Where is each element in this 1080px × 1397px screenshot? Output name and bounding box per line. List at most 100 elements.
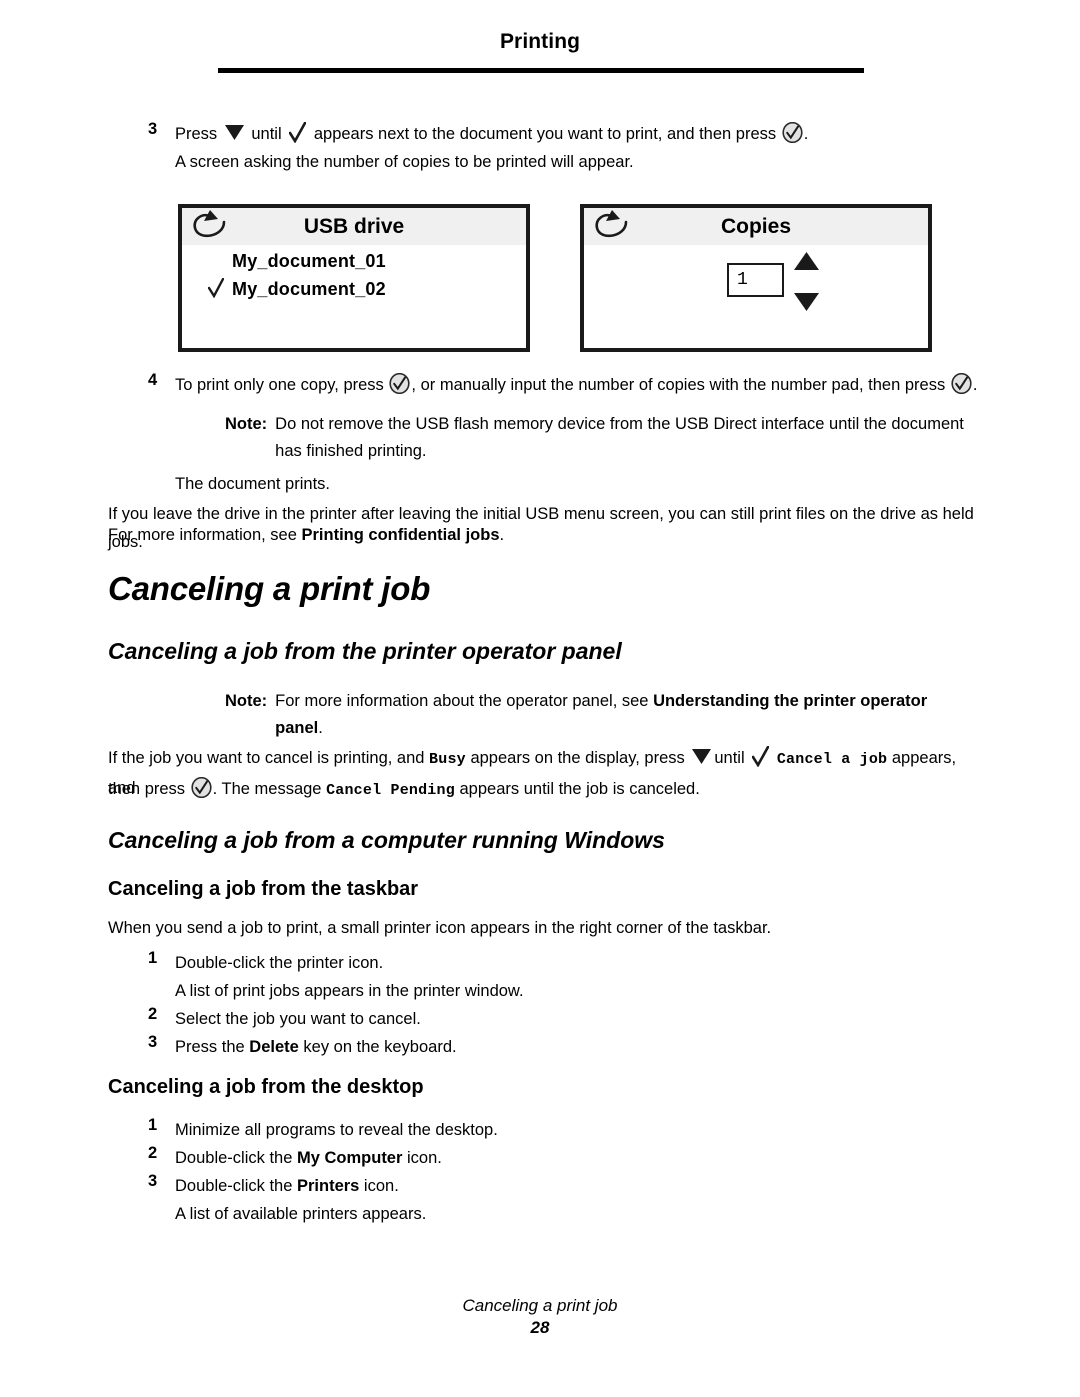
note-text: Do not remove the USB flash memory devic… (275, 415, 964, 460)
document-prints-text: The document prints. (175, 475, 330, 493)
select-button-icon (389, 372, 411, 395)
desktop-step-1-number: 1 (148, 1116, 158, 1134)
desktop-step-2-text: Double-click the My Computer icon. (175, 1144, 442, 1172)
taskbar-step-2-number: 2 (148, 1005, 158, 1023)
display-message-cancel-pending: Cancel Pending (326, 782, 455, 799)
heading-canceling-from-taskbar: Canceling a job from the taskbar (108, 878, 419, 900)
select-button-icon (191, 776, 212, 799)
taskbar-step-1-number: 1 (148, 949, 158, 967)
footer-page-number: 28 (530, 1318, 550, 1337)
note-text-post: . (318, 719, 323, 737)
cancel-text-p3: until (714, 749, 745, 767)
select-button-icon (782, 121, 803, 144)
desktop-step-1-text: Minimize all programs to reveal the desk… (175, 1121, 498, 1139)
usb-drive-panel: USB drive My_document_01 My_document_02 (178, 204, 530, 352)
printers-icon-label: Printers (296, 1177, 360, 1195)
desktop-step-1: 1 Minimize all programs to reveal the de… (148, 1116, 968, 1144)
display-message-busy: Busy (429, 751, 466, 768)
note-operator-panel: Note: For more information about the ope… (225, 688, 965, 742)
checkmark-icon (288, 121, 307, 144)
down-arrow-icon (224, 122, 245, 140)
copies-panel-body: 1 (584, 245, 928, 348)
desktop-step-2-post: icon. (402, 1149, 442, 1167)
step-3-text-2: until (251, 125, 282, 143)
footer-section-title: Canceling a print job (462, 1296, 618, 1315)
note-usb-flash: Note: Do not remove the USB flash memory… (225, 411, 965, 465)
desktop-step-2: 2 Double-click the My Computer icon. (148, 1144, 968, 1172)
held-jobs-text-post: . (499, 526, 505, 544)
cancel-instruction-line-2: then press . The message Cancel Pending … (108, 775, 988, 805)
desktop-step-3-post: icon. (359, 1177, 399, 1195)
key-delete-label: Delete (249, 1038, 299, 1056)
step-4-number: 4 (148, 371, 158, 389)
my-computer-icon-label: My Computer (296, 1149, 403, 1167)
down-arrow-icon (691, 746, 712, 764)
page-footer: Canceling a print job 28 (0, 1296, 1080, 1338)
taskbar-step-3-text: Press the Delete key on the keyboard. (175, 1033, 457, 1061)
file-selected-checkmark-icon (207, 277, 225, 299)
step-3-text-4: . (803, 125, 809, 143)
heading-canceling-from-operator-panel: Canceling a job from the printer operato… (108, 638, 622, 664)
note-label: Note: (225, 692, 268, 710)
page-title: Printing (499, 30, 581, 53)
note-text: For more information about the operator … (275, 688, 965, 742)
taskbar-step-3: 3 Press the Delete key on the keyboard. (148, 1033, 968, 1061)
note-label: Note: (225, 415, 268, 433)
taskbar-step-2: 2 Select the job you want to cancel. (148, 1005, 968, 1033)
taskbar-intro-text: When you send a job to print, a small pr… (108, 919, 772, 937)
select-button-icon (951, 372, 972, 395)
desktop-step-3-number: 3 (148, 1172, 158, 1190)
step-3-text-1: Press (175, 125, 218, 143)
list-item-file-2[interactable]: My_document_02 (232, 279, 386, 300)
step-3-text-3: appears next to the document you want to… (313, 125, 777, 143)
step-3: 3 Press until appears next to the docume… (148, 120, 978, 148)
header-divider-rule (218, 68, 864, 73)
taskbar-step-1-text: Double-click the printer icon. (175, 954, 384, 972)
taskbar-step-3-pre: Press the (175, 1038, 250, 1056)
usb-drive-panel-header: USB drive (182, 208, 526, 245)
copies-value-field[interactable]: 1 (727, 263, 784, 297)
back-arrow-icon[interactable] (188, 210, 230, 246)
copies-panel: Copies 1 (580, 204, 932, 352)
copies-panel-title: Copies (720, 214, 791, 238)
cancel-text-p6: . The message (212, 780, 322, 798)
step-4-text-1: To print only one copy, press (175, 376, 384, 394)
cancel-text-p5: then press (108, 780, 186, 798)
page-running-header: Printing (0, 30, 1080, 54)
taskbar-step-3-number: 3 (148, 1033, 158, 1051)
step-3-result-text: A screen asking the number of copies to … (175, 153, 634, 171)
checkmark-icon (751, 745, 770, 768)
usb-drive-file-list: My_document_01 My_document_02 (182, 245, 526, 348)
taskbar-step-2-text: Select the job you want to cancel. (175, 1010, 421, 1028)
heading-canceling-a-print-job: Canceling a print job (108, 570, 431, 607)
heading-canceling-from-windows: Canceling a job from a computer running … (108, 827, 665, 853)
step-3-body: Press until appears next to the document… (175, 120, 808, 148)
note-text-pre: For more information about the operator … (275, 692, 649, 710)
desktop-step-3-pre: Double-click the (175, 1177, 297, 1195)
held-jobs-paragraph-line-2: For more information, see Printing confi… (108, 521, 978, 549)
desktop-step-2-number: 2 (148, 1144, 158, 1162)
copies-panel-header: Copies (584, 208, 928, 245)
copies-decrement-arrow-icon[interactable] (793, 292, 820, 312)
step-4: 4 To print only one copy, press , or man… (148, 371, 988, 399)
taskbar-step-3-post: key on the keyboard. (298, 1038, 457, 1056)
cancel-text-p2: appears on the display, press (470, 749, 685, 767)
step-4-body: To print only one copy, press , or manua… (175, 371, 977, 399)
cancel-text-p1: If the job you want to cancel is printin… (108, 749, 425, 767)
taskbar-step-1-result: A list of print jobs appears in the prin… (175, 982, 524, 1000)
desktop-step-2-pre: Double-click the (175, 1149, 297, 1167)
cancel-text-p7: appears until the job is canceled. (459, 780, 700, 798)
step-3-number: 3 (148, 120, 158, 138)
link-printing-confidential-jobs[interactable]: Printing confidential jobs (302, 526, 500, 544)
back-arrow-icon[interactable] (590, 210, 632, 246)
usb-drive-panel-title: USB drive (303, 214, 405, 238)
list-item-file-1[interactable]: My_document_01 (232, 251, 386, 272)
held-jobs-text-pre: For more information, see (108, 526, 297, 544)
desktop-step-3-result: A list of available printers appears. (175, 1205, 427, 1223)
step-4-text-2: , or manually input the number of copies… (411, 376, 946, 394)
copies-increment-arrow-icon[interactable] (793, 251, 820, 271)
desktop-step-3-text: Double-click the Printers icon. (175, 1172, 399, 1200)
taskbar-step-1: 1 Double-click the printer icon. (148, 949, 968, 977)
display-message-cancel-a-job: Cancel a job (776, 751, 888, 768)
desktop-step-3: 3 Double-click the Printers icon. (148, 1172, 968, 1200)
